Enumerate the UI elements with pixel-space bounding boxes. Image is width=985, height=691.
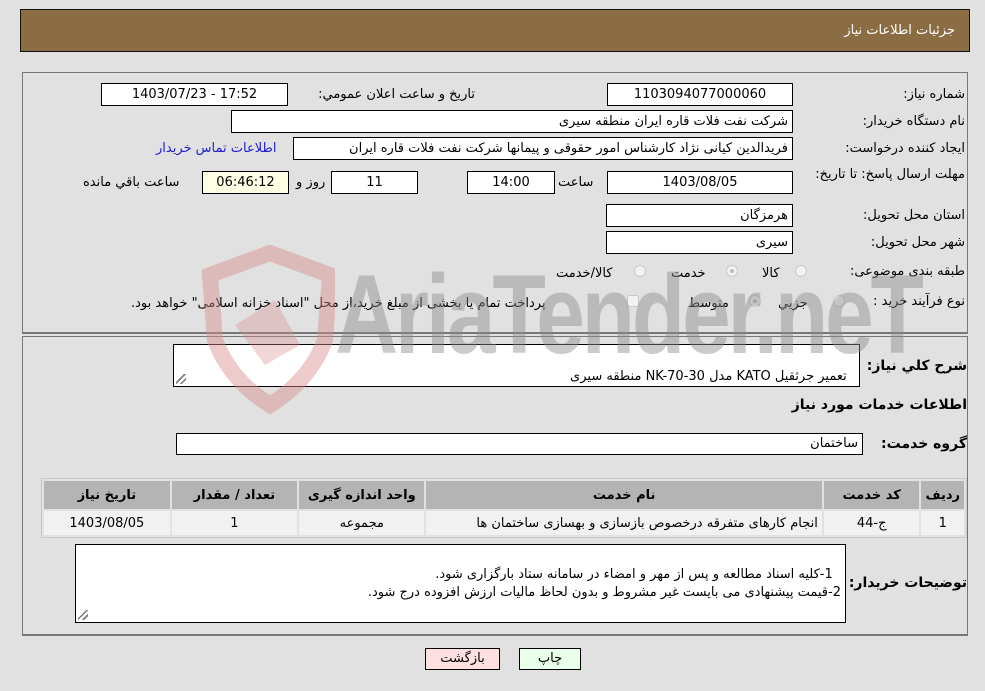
- services-table: ردیف کد خدمت نام خدمت واحد اندازه گیری ت…: [41, 478, 967, 538]
- col-row-number: ردیف: [921, 481, 964, 509]
- buyer-notes-label: توضیحات خریدار:: [848, 575, 967, 591]
- category-radio-service[interactable]: [726, 265, 738, 277]
- col-quantity: تعداد / مقدار: [171, 481, 298, 509]
- cell-unit: مجموعه: [299, 511, 425, 535]
- days-label: روز و: [296, 175, 326, 190]
- category-option-goods: کالا: [762, 266, 780, 281]
- deadline-time-field: 14:00: [467, 171, 555, 194]
- days-remaining-field: 11: [331, 171, 418, 194]
- col-unit: واحد اندازه گیری: [299, 481, 425, 509]
- category-option-goods-service: کالا/خدمت: [556, 266, 613, 281]
- process-option-minor: جزیي: [778, 296, 808, 311]
- process-radio-medium[interactable]: [749, 295, 761, 307]
- deadline-label: مهلت ارسال پاسخ: تا تاریخ:: [815, 167, 965, 182]
- cell-service-code: ج-44: [823, 511, 920, 535]
- resize-grip-icon[interactable]: [78, 610, 88, 620]
- page-title: جزئیات اطلاعات نیاز: [844, 23, 955, 38]
- category-option-service: خدمت: [671, 266, 706, 281]
- cell-row-number: 1: [921, 511, 964, 535]
- resize-grip-icon[interactable]: [176, 374, 186, 384]
- col-need-date: تاریخ نیاز: [44, 481, 170, 509]
- announce-datetime-field: 1403/07/23 - 17:52: [101, 83, 288, 106]
- buyer-notes-textarea[interactable]: 1-کلیه اسناد مطالعه و پس از مهر و امضاء …: [75, 544, 846, 623]
- treasury-checkbox[interactable]: [627, 295, 639, 307]
- province-field: هرمزگان: [606, 204, 793, 227]
- description-label: شرح کلي نیاز:: [866, 358, 967, 374]
- creator-label: ایجاد کننده درخواست:: [845, 141, 965, 156]
- services-section-title: اطلاعات خدمات مورد نیاز: [791, 397, 967, 413]
- cell-quantity: 1: [171, 511, 298, 535]
- buyer-org-field: شرکت نفت فلات قاره ایران منطقه سیری: [231, 110, 793, 133]
- col-service-code: کد خدمت: [823, 481, 920, 509]
- service-group-field: ساختمان: [176, 433, 863, 455]
- category-radio-goods[interactable]: [795, 265, 807, 277]
- deadline-date-field: 1403/08/05: [607, 171, 793, 194]
- process-radio-minor[interactable]: [833, 295, 845, 307]
- province-label: استان محل تحویل:: [863, 208, 965, 223]
- need-number-field: 1103094077000060: [607, 83, 793, 106]
- need-number-label: شماره نیاز:: [903, 87, 965, 102]
- table-row: 1 ج-44 انجام کارهای متفرقه درخصوص بازساز…: [44, 511, 964, 535]
- city-field: سیری: [606, 231, 793, 254]
- announce-label: تاریخ و ساعت اعلان عمومي:: [318, 87, 475, 102]
- remaining-label: ساعت باقي مانده: [83, 175, 180, 190]
- description-text: تعمیر جرثقیل KATO مدل NK-70-30 منطقه سیر…: [570, 369, 847, 384]
- description-textarea[interactable]: تعمیر جرثقیل KATO مدل NK-70-30 منطقه سیر…: [173, 344, 860, 387]
- buyer-contact-link[interactable]: اطلاعات تماس خریدار: [156, 141, 276, 156]
- category-label: طبقه بندی موضوعی:: [849, 264, 965, 279]
- col-service-name: نام خدمت: [426, 481, 822, 509]
- service-group-label: گروه خدمت:: [881, 436, 967, 452]
- process-option-medium: متوسط: [688, 296, 729, 311]
- creator-field: فریدالدین کیانی نژاد کارشناس امور حقوقی …: [293, 137, 793, 160]
- deadline-time-label: ساعت: [558, 175, 594, 190]
- print-button[interactable]: چاپ: [519, 648, 581, 670]
- cell-need-date: 1403/08/05: [44, 511, 170, 535]
- table-header-row: ردیف کد خدمت نام خدمت واحد اندازه گیری ت…: [44, 481, 964, 509]
- back-button[interactable]: بازگشت: [425, 648, 500, 670]
- category-radio-goods-service[interactable]: [634, 265, 646, 277]
- cell-service-name: انجام کارهای متفرقه درخصوص بازسازی و بهس…: [426, 511, 822, 535]
- buyer-org-label: نام دستگاه خریدار:: [862, 114, 965, 129]
- city-label: شهر محل تحویل:: [870, 235, 965, 250]
- remaining-time-field: 06:46:12: [202, 171, 289, 194]
- page-header: جزئیات اطلاعات نیاز: [20, 9, 970, 52]
- process-label: نوع فرآیند خرید :: [873, 294, 965, 309]
- buyer-notes-text: 1-کلیه اسناد مطالعه و پس از مهر و امضاء …: [367, 567, 841, 600]
- treasury-note: پرداخت تمام یا بخشی از مبلغ خرید،از محل …: [131, 296, 546, 311]
